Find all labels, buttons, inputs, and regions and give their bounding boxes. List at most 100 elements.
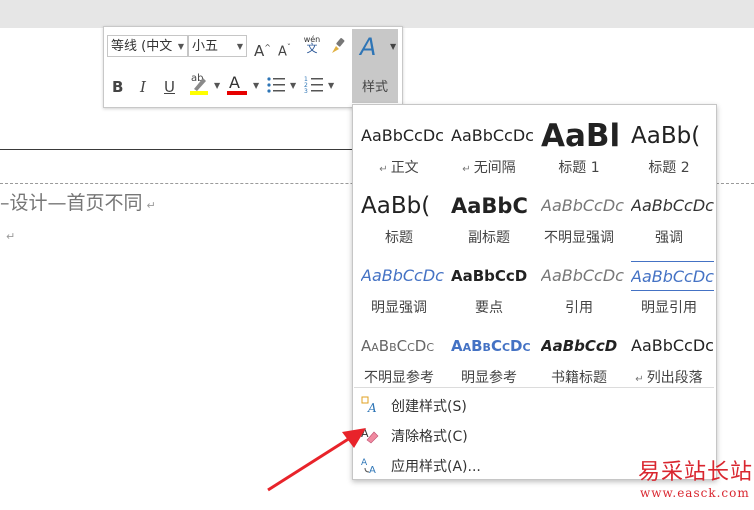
grow-font-label: A xyxy=(254,42,265,60)
style-preview: AaBbCcDc xyxy=(631,196,714,215)
style-preview: AaBbCcDc xyxy=(541,266,624,285)
shrink-font-button[interactable]: Aˇ xyxy=(278,38,291,62)
style-name-text: 副标题 xyxy=(468,230,510,246)
style-name-text: 明显强调 xyxy=(371,300,427,316)
font-color-button[interactable]: A xyxy=(226,73,248,97)
format-painter-button[interactable] xyxy=(330,37,346,55)
style-name-text: 正文 xyxy=(390,160,419,176)
style-name-text: 明显参考 xyxy=(461,370,517,386)
chevron-down-icon[interactable]: ▼ xyxy=(253,81,259,90)
highlighter-icon xyxy=(194,78,206,91)
highlight-color-swatch xyxy=(190,91,208,95)
paragraph-mark: ↵ xyxy=(635,374,644,385)
styles-button[interactable]: A ▼ 样式 xyxy=(352,29,398,103)
header-border-line xyxy=(0,149,360,150)
window-top-band xyxy=(0,0,754,28)
style-normal[interactable]: AaBbCcDc ↵ 正文 xyxy=(353,113,445,183)
style-heading-1[interactable]: AaBl 标题 1 xyxy=(533,113,623,183)
style-intense-reference[interactable]: AaBbCcDc 明显参考 xyxy=(443,323,533,393)
style-name: 明显引用 xyxy=(623,297,715,317)
chevron-down-icon: ▼ xyxy=(236,42,243,51)
style-preview: AaBbCcDc xyxy=(631,336,714,355)
bold-button[interactable]: B xyxy=(112,77,123,97)
style-name-text: 无间隔 xyxy=(473,160,516,176)
chevron-down-icon[interactable]: ▼ xyxy=(290,81,296,90)
style-preview: AaBbCcDc xyxy=(361,337,435,355)
create-style-label: 创建样式(S) xyxy=(391,399,467,415)
style-subtitle[interactable]: AaBbC 副标题 xyxy=(443,183,533,253)
phonetic-guide-button[interactable]: wén 文 xyxy=(303,35,321,54)
style-name: 明显强调 xyxy=(353,297,445,317)
bullets-button[interactable] xyxy=(266,76,286,94)
document-heading-line[interactable]: –设计—首页不同 ↵ xyxy=(0,188,156,215)
paragraph-mark: ↵ xyxy=(379,164,388,175)
style-name: 标题 1 xyxy=(533,157,625,177)
clear-formatting-menu-item[interactable]: A 清除格式(C) xyxy=(357,421,711,449)
styles-gallery-menu: AaBbCcDc ↵ 正文 AaBbCcDc ↵ 无间隔 AaBl 标题 1 AaB… xyxy=(352,104,717,480)
site-watermark: 易采站长站 www.easck.com xyxy=(636,454,754,510)
svg-text:3: 3 xyxy=(304,88,308,94)
font-name-combo[interactable]: 等线 (中文 ▼ xyxy=(107,35,188,57)
chevron-down-icon[interactable]: ▼ xyxy=(328,81,334,90)
arrow-down-icon: ˇ xyxy=(286,43,291,52)
style-name-text: 不明显强调 xyxy=(544,230,614,246)
format-painter-icon xyxy=(332,38,345,53)
style-name: 强调 xyxy=(623,227,715,247)
chevron-down-icon[interactable]: ▼ xyxy=(214,81,220,90)
style-name-text: 标题 xyxy=(385,230,413,246)
style-heading-2[interactable]: AaBb( 标题 2 xyxy=(623,113,713,183)
style-name-text: 明显引用 xyxy=(641,300,697,316)
font-size-combo[interactable]: 小五 ▼ xyxy=(188,35,247,57)
shrink-font-label: A xyxy=(278,44,287,60)
watermark-name: 易采站长站 xyxy=(638,460,754,485)
style-name: ↵ 正文 xyxy=(353,157,445,177)
apply-styles-label: 应用样式(A)... xyxy=(391,459,481,475)
font-name-value: 等线 (中文 xyxy=(111,39,173,54)
styles-button-label: 样式 xyxy=(361,80,388,95)
style-strong[interactable]: AaBbCcD 要点 xyxy=(443,253,533,323)
style-name: 不明显强调 xyxy=(533,227,625,247)
grow-font-button[interactable]: A^ xyxy=(254,38,271,61)
style-preview: AaBl xyxy=(541,119,621,153)
style-intense-emphasis[interactable]: AaBbCcDc 明显强调 xyxy=(353,253,445,323)
style-name-text: 标题 2 xyxy=(648,160,690,176)
style-preview: AaBb( xyxy=(361,193,431,219)
style-title[interactable]: AaBb( 标题 xyxy=(353,183,443,253)
style-preview: AaBbCcDc xyxy=(361,126,444,145)
italic-button[interactable]: I xyxy=(140,77,146,97)
style-preview: AaBb( xyxy=(631,123,701,149)
styles-icon: A xyxy=(360,33,377,61)
style-intense-quote[interactable]: AaBbCcDc 明显引用 xyxy=(623,253,715,323)
font-color-swatch xyxy=(227,91,247,95)
style-name: 引用 xyxy=(533,297,625,317)
bullet-list-icon xyxy=(267,77,285,93)
style-subtle-emphasis[interactable]: AaBbCcDc 不明显强调 xyxy=(533,183,625,253)
document-heading-text: –设计—首页不同 xyxy=(0,192,143,214)
chevron-down-icon: ▼ xyxy=(390,42,397,51)
style-name-text: 不明显参考 xyxy=(364,370,434,386)
style-no-spacing[interactable]: AaBbCcDc ↵ 无间隔 xyxy=(443,113,534,183)
numbered-list-icon: 1 2 3 xyxy=(304,76,323,95)
style-name: ↵ 列出段落 xyxy=(623,367,715,387)
style-name-text: 要点 xyxy=(475,300,503,316)
style-name-text: 列出段落 xyxy=(646,370,703,386)
create-style-menu-item[interactable]: A 创建样式(S) xyxy=(357,391,711,419)
style-emphasis[interactable]: AaBbCcDc 强调 xyxy=(623,183,715,253)
style-name-text: 书籍标题 xyxy=(551,370,607,386)
style-quote[interactable]: AaBbCcDc 引用 xyxy=(533,253,625,323)
style-preview: AaBbCcD xyxy=(541,337,618,355)
style-name-text: 标题 1 xyxy=(558,160,600,176)
style-name-text: 引用 xyxy=(565,300,593,316)
paragraph-mark: ↵ xyxy=(146,199,156,212)
style-subtle-reference[interactable]: AaBbCcDc 不明显参考 xyxy=(353,323,443,393)
chevron-down-icon: ▼ xyxy=(177,42,184,51)
create-style-icon: A xyxy=(361,396,377,414)
highlight-color-button[interactable]: ab xyxy=(188,73,210,97)
style-name: 书籍标题 xyxy=(533,367,625,387)
underline-button[interactable]: U xyxy=(164,77,175,97)
style-name: 不明显参考 xyxy=(353,367,445,387)
paragraph-mark: ↵ xyxy=(462,164,471,175)
numbering-button[interactable]: 1 2 3 xyxy=(304,76,324,95)
style-book-title[interactable]: AaBbCcD 书籍标题 xyxy=(533,323,623,393)
style-list-paragraph[interactable]: AaBbCcDc ↵ 列出段落 xyxy=(623,323,715,393)
